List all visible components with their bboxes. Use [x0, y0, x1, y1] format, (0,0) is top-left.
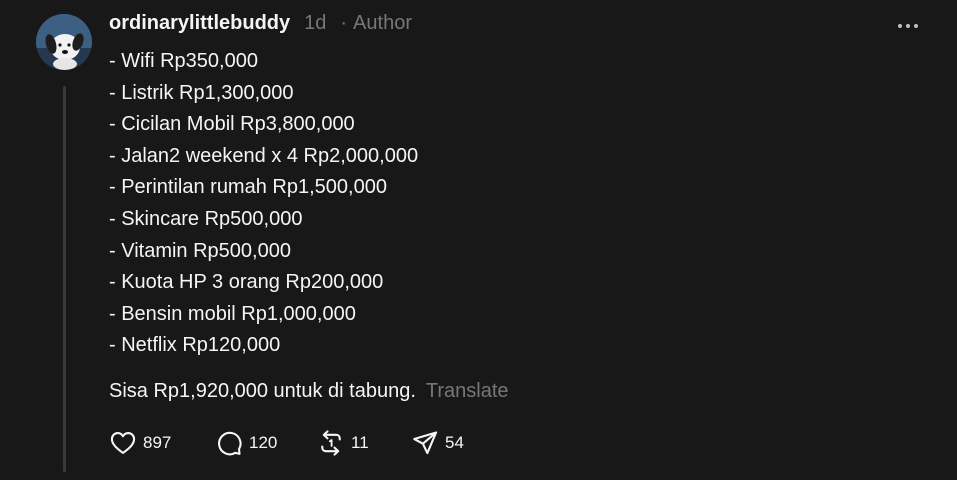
thread-post: ordinarylittlebuddy 1d · Author - Wifi R… [0, 0, 957, 480]
share-count: 54 [445, 433, 464, 452]
more-dot [906, 24, 910, 28]
like-count: 897 [143, 433, 172, 452]
repost-count: 11 [351, 433, 369, 452]
send-icon [413, 431, 438, 455]
reply-count: 120 [249, 433, 278, 452]
closing-text: Sisa Rp1,920,000 untuk di tabung. [109, 380, 416, 402]
list-item: - Bensin mobil Rp1,000,000 [109, 302, 356, 325]
repost-button[interactable]: 11 [317, 429, 411, 457]
repost-icon [321, 430, 341, 456]
avatar[interactable] [36, 14, 92, 70]
more-horizontal-icon[interactable] [892, 16, 924, 36]
list-item: - Perintilan rumah Rp1,500,000 [109, 176, 387, 199]
separator-dot: · [340, 12, 348, 34]
list-item: - Netflix Rp120,000 [109, 334, 281, 357]
list-item: - Wifi Rp350,000 [109, 50, 258, 72]
like-button[interactable]: 897 [109, 429, 215, 457]
username[interactable]: ordinarylittlebuddy [109, 12, 290, 35]
avatar-image [36, 14, 92, 70]
list-item: - Jalan2 weekend x 4 Rp2,000,000 [109, 144, 419, 167]
list-item: - Skincare Rp500,000 [109, 207, 303, 230]
thread-line [63, 86, 66, 472]
post-header: ordinarylittlebuddy 1d · Author [109, 12, 412, 40]
heart-icon [110, 432, 136, 454]
list-item: - Kuota HP 3 orang Rp200,000 [109, 271, 384, 294]
comment-icon [218, 431, 242, 456]
post-body: - Wifi Rp350,000 - Listrik Rp1,300,000 -… [109, 46, 889, 362]
list-item: - Vitamin Rp500,000 [109, 239, 291, 262]
author-badge: Author [353, 12, 412, 34]
share-button[interactable]: 54 [411, 429, 491, 457]
timestamp[interactable]: 1d [304, 12, 326, 35]
list-item: - Listrik Rp1,300,000 [109, 81, 294, 104]
closing-line: Sisa Rp1,920,000 untuk di tabung. Transla… [109, 376, 509, 406]
more-dot [914, 24, 918, 28]
reply-button[interactable]: 120 [215, 429, 317, 457]
more-dot [898, 24, 902, 28]
list-item: - Cicilan Mobil Rp3,800,000 [109, 113, 355, 136]
translate-link[interactable]: Translate [426, 380, 509, 402]
action-bar: 897 120 11 54 [109, 426, 491, 460]
